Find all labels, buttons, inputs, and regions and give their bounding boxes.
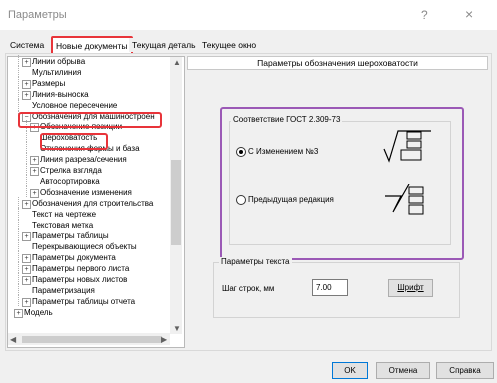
- tree-item[interactable]: Модель: [24, 308, 53, 318]
- radio-with-change-3[interactable]: [236, 147, 246, 157]
- tree-guide-line: [26, 142, 27, 154]
- tree-vertical-scroll-thumb[interactable]: [171, 160, 181, 245]
- tree-expander-icon[interactable]: +: [30, 156, 39, 166]
- line-spacing-label: Шаг строк, мм: [222, 284, 275, 293]
- text-params-title: Параметры текста: [219, 257, 292, 266]
- tree-item[interactable]: Размеры: [32, 79, 65, 89]
- tree-guide-line: [18, 207, 19, 219]
- tree-guide-line: [18, 218, 19, 230]
- help-icon[interactable]: ?: [421, 8, 428, 22]
- tree-guide-line: [18, 196, 19, 208]
- tree-expander-icon[interactable]: +: [22, 58, 31, 67]
- tree-expander-icon[interactable]: +: [22, 232, 31, 242]
- scroll-down-icon[interactable]: ▼: [173, 324, 181, 333]
- tree-expander-icon[interactable]: +: [22, 90, 31, 100]
- tree-guide-line: [26, 174, 27, 186]
- tree-guide-line: [18, 251, 19, 263]
- scroll-right-icon[interactable]: ▶: [161, 335, 167, 344]
- window-title: Параметры: [8, 9, 67, 21]
- tree-item[interactable]: Параметры документа: [32, 253, 116, 263]
- tree-item[interactable]: Перекрывающиеся объекты: [32, 242, 137, 252]
- highlight-machine-building: [18, 112, 162, 128]
- tab-current-window[interactable]: Текущее окно: [199, 38, 260, 52]
- help-button[interactable]: Справка: [436, 362, 494, 379]
- tree-guide-line: [18, 55, 19, 66]
- close-icon[interactable]: ×: [465, 6, 473, 22]
- tree-item[interactable]: Параметры новых листов: [32, 275, 127, 285]
- tree-guide-line: [26, 153, 27, 164]
- radio-previous-edition-label[interactable]: Предыдущая редакция: [248, 195, 334, 204]
- radio-previous-edition[interactable]: [236, 195, 246, 205]
- roughness-new-symbol-icon: [383, 130, 431, 163]
- tree-expander-icon[interactable]: +: [22, 199, 31, 209]
- tree-expander-icon[interactable]: +: [22, 254, 31, 264]
- tree-guide-line: [18, 229, 19, 241]
- ok-button[interactable]: OK: [332, 362, 368, 379]
- tree-guide-line: [18, 87, 19, 99]
- tree-guide-line: [26, 185, 27, 197]
- tree-guide-line: [18, 262, 19, 273]
- tree-guide-line: [18, 76, 19, 88]
- tree-expander-icon[interactable]: +: [22, 276, 31, 285]
- tree-item[interactable]: Стрелка взгляда: [40, 166, 102, 176]
- tree-guide-line: [26, 131, 27, 143]
- tree-item[interactable]: Линии обрыва: [32, 57, 85, 67]
- tree-item[interactable]: Линия разреза/сечения: [40, 155, 127, 165]
- tree-expander-icon[interactable]: +: [22, 297, 31, 307]
- tab-system[interactable]: Система: [7, 38, 48, 52]
- tree-guide-line: [18, 273, 19, 284]
- tree-expander-icon[interactable]: +: [30, 167, 39, 176]
- tree-expander-icon[interactable]: +: [14, 308, 23, 318]
- radio-with-change-3-label[interactable]: С Изменением №3: [248, 147, 318, 156]
- line-spacing-input[interactable]: 7.00: [312, 279, 348, 296]
- roughness-old-symbol-icon: [385, 184, 424, 215]
- section-header: Параметры обозначения шероховатости: [187, 56, 488, 70]
- tree-item[interactable]: Обозначения для строительства: [32, 199, 153, 209]
- tree-item[interactable]: Автосортировка: [40, 177, 100, 187]
- tree-item[interactable]: Параметры первого листа: [32, 264, 129, 274]
- tree-guide-line: [18, 240, 19, 252]
- highlight-roughness: [40, 133, 108, 150]
- tree-item[interactable]: Обозначение изменения: [40, 188, 132, 198]
- tree-item[interactable]: Параметризация: [32, 286, 95, 296]
- cancel-button[interactable]: Отмена: [376, 362, 430, 379]
- tab-current-part[interactable]: Текущая деталь: [129, 38, 199, 52]
- tree-expander-icon[interactable]: +: [22, 265, 31, 275]
- tree-expander-icon[interactable]: +: [30, 188, 39, 198]
- tree-item[interactable]: Линия-выноска: [32, 90, 89, 100]
- tree-expander-icon[interactable]: +: [22, 79, 31, 89]
- tree-item[interactable]: Текстовая метка: [32, 221, 93, 231]
- tree-item[interactable]: Параметры таблицы: [32, 231, 109, 241]
- font-button[interactable]: Шрифт: [388, 279, 433, 297]
- tree-guide-line: [18, 294, 19, 306]
- tree-item[interactable]: Мультилиния: [32, 68, 81, 78]
- tree-item[interactable]: Параметры таблицы отчета: [32, 297, 135, 307]
- scroll-left-icon[interactable]: ◀: [10, 335, 16, 344]
- tree-horizontal-scroll-thumb[interactable]: [22, 336, 162, 343]
- scroll-up-icon[interactable]: ▲: [173, 58, 181, 67]
- tree-guide-line: [18, 98, 19, 110]
- tree-guide-line: [18, 65, 19, 77]
- tree-guide-line: [18, 283, 19, 295]
- tree-item[interactable]: Текст на чертеже: [32, 210, 96, 220]
- tree-item[interactable]: Условное пересечение: [32, 101, 117, 111]
- tree-guide-line: [26, 164, 27, 175]
